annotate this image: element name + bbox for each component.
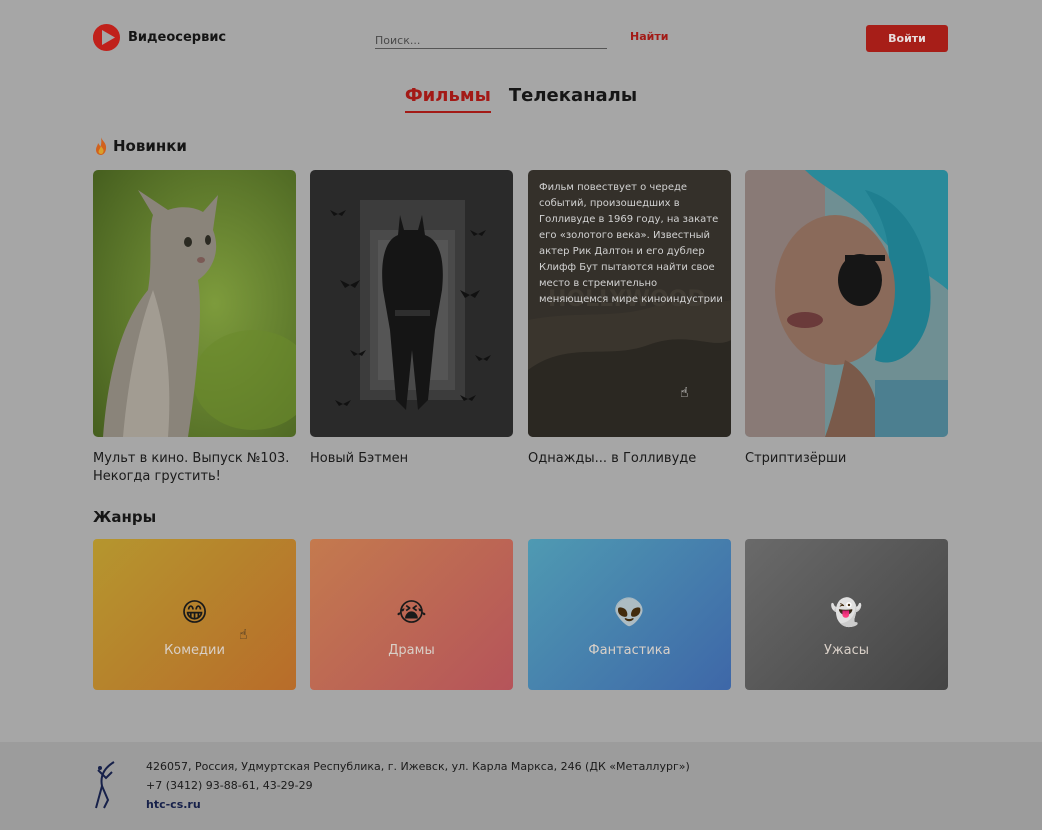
- hand-cursor-icon: ☝: [239, 627, 248, 643]
- genre-label: Драмы: [388, 643, 435, 658]
- login-button[interactable]: Войти: [866, 25, 948, 52]
- genre-label: Ужасы: [823, 643, 869, 658]
- footer: 426057, Россия, Удмуртская Республика, г…: [0, 742, 1042, 830]
- company-logo-icon: [92, 760, 118, 814]
- genres-section-title: Жанры: [93, 508, 157, 526]
- crying-face-icon: 😭: [396, 598, 427, 628]
- search-field: [375, 29, 607, 50]
- search-input[interactable]: [375, 31, 607, 50]
- new-movies-list: Мульт в кино. Выпуск №103. Некогда груст…: [93, 170, 948, 490]
- genre-label: Фантастика: [588, 643, 671, 658]
- content-tabs: Фильмы Телеканалы: [0, 85, 1042, 113]
- genre-comedy[interactable]: 😁 Комедии: [93, 539, 296, 690]
- movie-card[interactable]: Мульт в кино. Выпуск №103. Некогда груст…: [93, 170, 296, 486]
- tab-tv-channels[interactable]: Телеканалы: [509, 85, 637, 113]
- movie-card[interactable]: HOLLYWOOD Фильм повествует о череде собы…: [528, 170, 731, 468]
- movie-title[interactable]: Однажды... в Голливуде: [528, 450, 731, 468]
- genre-fantasy[interactable]: 👽 Фантастика: [528, 539, 731, 690]
- logo[interactable]: Видеосервис: [93, 24, 226, 51]
- movie-title[interactable]: Мульт в кино. Выпуск №103. Некогда груст…: [93, 450, 296, 486]
- footer-contacts: 426057, Россия, Удмуртская Республика, г…: [146, 757, 690, 814]
- movie-card[interactable]: Новый Бэтмен: [310, 170, 513, 468]
- movie-poster-cat[interactable]: [93, 170, 296, 437]
- movie-poster-hustlers[interactable]: [745, 170, 948, 437]
- movie-poster-hollywood[interactable]: HOLLYWOOD Фильм повествует о череде собы…: [528, 170, 731, 437]
- alien-icon: 👽: [613, 598, 646, 628]
- movie-poster-batman[interactable]: [310, 170, 513, 437]
- movie-title[interactable]: Стриптизёрши: [745, 450, 948, 468]
- hand-cursor-icon: ☝: [680, 385, 689, 401]
- grinning-face-icon: 😁: [180, 598, 209, 628]
- movie-description: Фильм повествует о череде событий, произ…: [539, 182, 723, 305]
- genres-list: 😁 Комедии 😭 Драмы 👽 Фантастика 👻 Ужасы ☝: [93, 539, 948, 690]
- find-button[interactable]: Найти: [630, 30, 668, 43]
- new-section-title: Новинки: [93, 137, 187, 155]
- footer-address: 426057, Россия, Удмуртская Республика, г…: [146, 760, 690, 773]
- genre-label: Комедии: [164, 643, 225, 658]
- brand-name: Видеосервис: [128, 30, 227, 45]
- genre-drama[interactable]: 😭 Драмы: [310, 539, 513, 690]
- fire-icon: [96, 137, 107, 155]
- tab-films[interactable]: Фильмы: [404, 85, 491, 113]
- movie-card[interactable]: Стриптизёрши: [745, 170, 948, 468]
- footer-site-link[interactable]: htc-cs.ru: [146, 798, 201, 811]
- play-logo-icon: [93, 24, 120, 51]
- movie-title[interactable]: Новый Бэтмен: [310, 450, 513, 468]
- footer-phones: +7 (3412) 93-88-61, 43-29-29: [146, 779, 313, 792]
- header: Видеосервис Найти Войти: [93, 24, 948, 52]
- new-section-label: Новинки: [113, 137, 187, 155]
- genre-horror[interactable]: 👻 Ужасы: [745, 539, 948, 690]
- ghost-icon: 👻: [830, 598, 863, 628]
